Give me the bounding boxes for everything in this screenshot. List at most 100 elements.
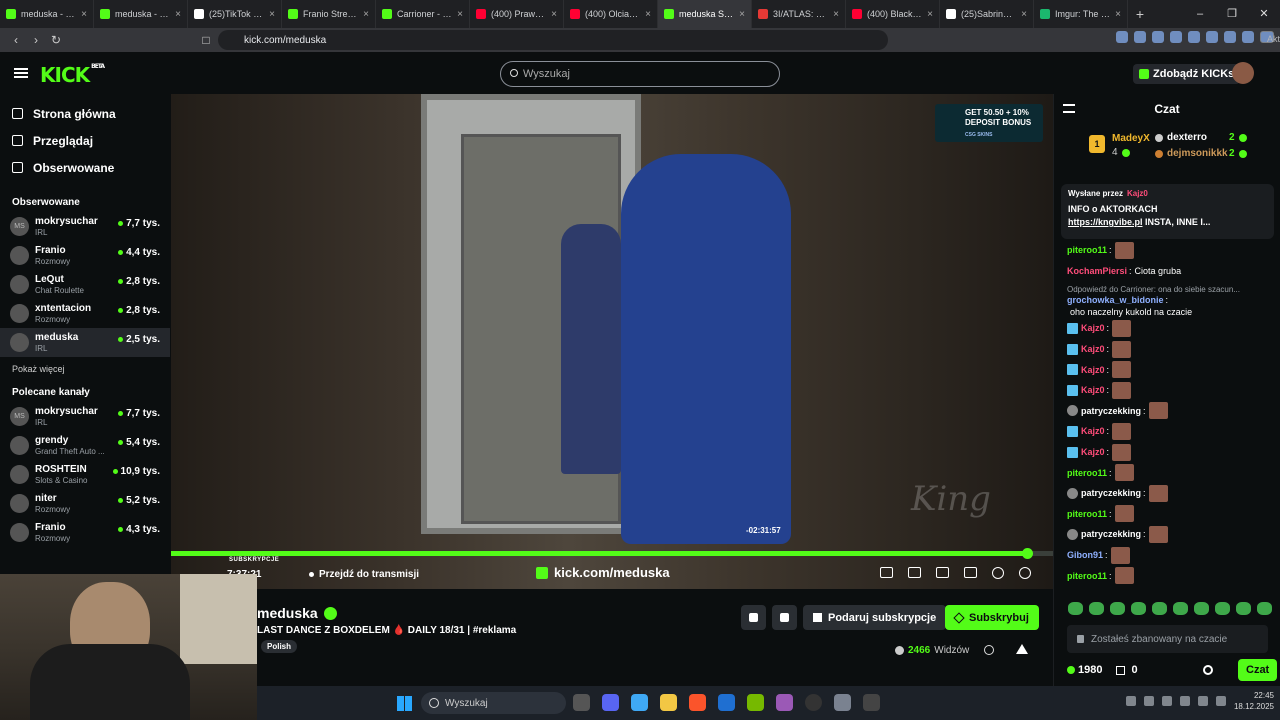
chat-message[interactable]: Kajz0: <box>1067 442 1272 463</box>
pinned-link[interactable]: https://kngvibe.pl <box>1068 217 1143 227</box>
leader-third[interactable]: dejmsonikkk <box>1155 148 1228 159</box>
chat-message[interactable]: Kajz0: <box>1067 380 1272 401</box>
discord-icon[interactable] <box>602 694 619 711</box>
tab-close-icon[interactable]: × <box>1115 9 1121 20</box>
video-player[interactable]: GET 50.50 + 10% DEPOSIT BONUS CSG SKINS K… <box>171 94 1053 589</box>
chat-message[interactable]: patryczekking: <box>1067 483 1272 504</box>
chat-username[interactable]: Kajz0 <box>1081 425 1105 437</box>
tab-close-icon[interactable]: × <box>739 9 745 20</box>
chat-username[interactable]: piteroo11 <box>1067 244 1107 256</box>
nav-item[interactable]: Strona główna <box>0 100 170 127</box>
fullscreen-icon[interactable] <box>964 567 977 578</box>
pinned-message[interactable]: Wysłane przez Kajz0 INFO o AKTORKACH http… <box>1061 184 1274 239</box>
channel-item[interactable]: grendy Grand Theft Auto ... 5,4 tys. <box>0 431 170 460</box>
channel-item[interactable]: ROSHTEIN Slots & Casino 10,9 tys. <box>0 460 170 489</box>
browser-tab[interactable]: meduska Stre × <box>658 0 752 28</box>
channel-item[interactable]: meduska IRL 2,5 tys. <box>0 328 170 357</box>
store-icon[interactable] <box>718 694 735 711</box>
share-icon[interactable] <box>984 645 994 655</box>
browser-tab[interactable]: (25)Sabrina Carp × <box>940 0 1034 28</box>
chat-message[interactable]: Kajz0: <box>1067 359 1272 380</box>
search-input[interactable]: Wyszukaj <box>500 61 780 87</box>
browser-tab[interactable]: (400) Olciaczek_O × <box>564 0 658 28</box>
emote-icon[interactable] <box>1257 602 1272 615</box>
reload-icon[interactable]: ↻ <box>46 33 66 47</box>
get-kicks-button[interactable]: Zdobądź KICKs <box>1133 64 1241 84</box>
channel-item[interactable]: xntentacion Rozmowy 2,8 tys. <box>0 299 170 328</box>
emote-icon[interactable] <box>1068 602 1083 615</box>
back-icon[interactable]: ‹ <box>6 33 26 47</box>
follow-button[interactable] <box>772 605 797 630</box>
emote-icon[interactable] <box>1194 602 1209 615</box>
tab-close-icon[interactable]: × <box>269 9 275 20</box>
chat-message[interactable]: grochowka_w_bidonie: oho naczelny kukold … <box>1067 294 1272 318</box>
tab-close-icon[interactable]: × <box>175 9 181 20</box>
chat-username[interactable]: Kajz0 <box>1081 343 1105 355</box>
gift-subs-button[interactable]: Podaruj subskrypcje <box>803 605 947 630</box>
collapse-chat-icon[interactable] <box>1063 104 1075 113</box>
file-explorer-icon[interactable] <box>660 694 677 711</box>
extension-icon[interactable] <box>1242 31 1254 43</box>
language-tag[interactable]: Polish <box>261 640 298 653</box>
clock[interactable]: 22:45 18.12.2025 <box>1234 690 1274 712</box>
send-chat-button[interactable]: Czat <box>1238 659 1278 681</box>
tab-close-icon[interactable]: × <box>1021 9 1027 20</box>
channel-item[interactable]: Franio Rozmowy 4,3 tys. <box>0 518 170 547</box>
extension-icon[interactable] <box>1206 31 1218 43</box>
chat-username[interactable]: piteroo11 <box>1067 508 1107 520</box>
obs-icon[interactable] <box>805 694 822 711</box>
tray-app-icon[interactable] <box>1161 696 1172 706</box>
chat-message[interactable]: Gibon91: <box>1067 545 1272 566</box>
chat-input[interactable]: Zostałeś zbanowany na czacie <box>1067 625 1268 653</box>
chat-message[interactable]: patryczekking: <box>1067 524 1272 545</box>
clip-icon[interactable] <box>908 567 921 578</box>
emote-icon[interactable] <box>1236 602 1251 615</box>
subscribe-button[interactable]: Subskrybuj <box>945 605 1039 630</box>
extension-icon[interactable] <box>1134 31 1146 43</box>
network-icon[interactable] <box>1197 696 1208 706</box>
theater-mode-icon[interactable] <box>936 567 949 578</box>
chat-message[interactable]: piteroo11: <box>1067 240 1272 261</box>
nav-item[interactable]: Obserwowane <box>0 154 170 181</box>
chat-message[interactable]: KochamPiersi: Ciota gruba <box>1067 261 1272 282</box>
extension-icon[interactable] <box>1170 31 1182 43</box>
notepad-icon[interactable] <box>776 694 793 711</box>
chat-username[interactable]: Kajz0 <box>1081 446 1105 458</box>
leader-first[interactable]: MadeyX <box>1112 133 1150 144</box>
browser-tab[interactable]: Imgur: The magic × <box>1034 0 1128 28</box>
browser-tab[interactable]: (400) Prawdziwy × <box>470 0 564 28</box>
user-avatar[interactable] <box>1232 62 1254 84</box>
new-tab-button[interactable]: + <box>1128 6 1152 22</box>
chat-username[interactable]: Kajz0 <box>1081 322 1105 334</box>
extension-icon[interactable] <box>1224 31 1236 43</box>
emote-icon[interactable] <box>1089 602 1104 615</box>
url-field[interactable]: kick.com/meduska <box>218 30 888 50</box>
report-icon[interactable] <box>1016 644 1028 654</box>
seek-bar[interactable] <box>171 548 1053 559</box>
channel-item[interactable]: MS mokrysuchar IRL 7,7 tys. <box>0 212 170 241</box>
tab-close-icon[interactable]: × <box>551 9 557 20</box>
emote-icon[interactable] <box>1173 602 1188 615</box>
chat-message[interactable]: Kajz0: <box>1067 318 1272 339</box>
update-button[interactable]: Aktualizuj <box>1260 31 1280 44</box>
chat-username[interactable]: Kajz0 <box>1081 364 1105 376</box>
playback-speed-icon[interactable] <box>992 567 1004 579</box>
kick-logo[interactable]: KICK BETA <box>40 63 105 87</box>
emote-icon[interactable] <box>1152 602 1167 615</box>
tab-close-icon[interactable]: × <box>457 9 463 20</box>
minimize-icon[interactable]: – <box>1184 0 1216 28</box>
chat-username[interactable]: patryczekking <box>1081 528 1141 540</box>
browser-tab[interactable]: (400) Black Hole × <box>846 0 940 28</box>
drops-counter[interactable]: 0 <box>1116 664 1138 676</box>
emote-icon[interactable] <box>1131 602 1146 615</box>
browser-tab[interactable]: meduska - Watch × <box>0 0 94 28</box>
tab-close-icon[interactable]: × <box>363 9 369 20</box>
browser-tab[interactable]: Franio Stream - W × <box>282 0 376 28</box>
bookmark-icon[interactable]: □ <box>196 33 216 47</box>
extension-icon[interactable] <box>1116 31 1128 43</box>
chat-message[interactable]: piteroo11: <box>1067 565 1272 586</box>
show-more-link[interactable]: Pokaż więcej <box>0 357 170 381</box>
channel-item[interactable]: LeQut Chat Roulette 2,8 tys. <box>0 270 170 299</box>
chat-username[interactable]: piteroo11 <box>1067 467 1107 479</box>
chat-message[interactable]: piteroo11: <box>1067 462 1272 483</box>
